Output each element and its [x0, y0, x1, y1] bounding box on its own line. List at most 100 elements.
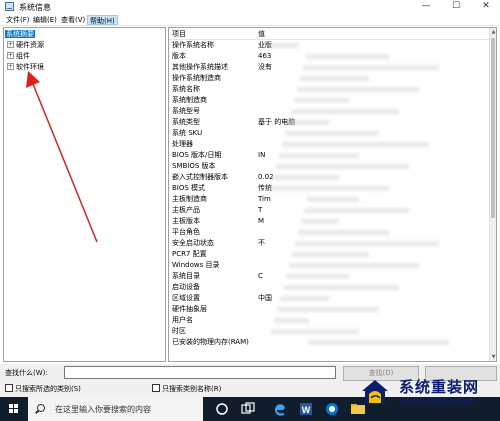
photos-icon[interactable]	[324, 401, 340, 417]
table-row[interactable]: 已安装的物理内存(RAM)	[169, 337, 491, 348]
table-row[interactable]: 硬件抽象层	[169, 304, 491, 315]
row-item: 硬件抽象层	[172, 305, 207, 313]
checkbox-icon[interactable]	[5, 384, 13, 392]
scroll-down-icon[interactable]: ▼	[490, 353, 496, 361]
table-row[interactable]: 安全启动状态不	[169, 238, 491, 249]
tree-item-hardware-resources[interactable]: + 硬件资源	[5, 40, 44, 50]
row-item: BIOS 模式	[172, 184, 206, 192]
table-row[interactable]: 版本 463	[169, 51, 491, 62]
scrollbar-thumb[interactable]	[491, 38, 495, 218]
table-row[interactable]: 用户名	[169, 315, 491, 326]
row-item: 主板产品	[172, 206, 200, 214]
search-selected-category-checkbox[interactable]: 只搜索所选的类别(S)	[5, 384, 81, 394]
table-row[interactable]: 其他操作系统描述 没有	[169, 62, 491, 73]
task-view-icon[interactable]	[240, 401, 256, 417]
expand-icon[interactable]: +	[7, 63, 14, 70]
row-item: 主板制造商	[172, 195, 207, 203]
row-item: 系统目录	[172, 272, 200, 280]
minimize-button[interactable]: —	[411, 0, 441, 14]
redaction-blur	[303, 65, 439, 70]
row-value: M	[258, 217, 265, 225]
row-item: BIOS 版本/日期	[172, 151, 222, 159]
table-row[interactable]: 系统目录 C	[169, 271, 491, 282]
system-info-app-icon	[5, 2, 14, 11]
redaction-blur	[276, 164, 409, 169]
table-row[interactable]: 时区	[169, 326, 491, 337]
maximize-button[interactable]: ☐	[441, 0, 471, 14]
menu-help[interactable]: 帮助(H)	[87, 15, 118, 25]
edge-icon[interactable]	[272, 401, 288, 417]
table-row[interactable]: 系统 SKU	[169, 128, 491, 139]
row-item: 系统型号	[172, 107, 200, 115]
expand-icon[interactable]: +	[7, 41, 14, 48]
table-row[interactable]: 系统类型 基于 的电脑	[169, 117, 491, 128]
tree-item-components[interactable]: + 组件	[5, 51, 30, 61]
find-input[interactable]	[64, 366, 336, 379]
table-row[interactable]: 启动设备	[169, 282, 491, 293]
row-item: 用户名	[172, 316, 193, 324]
vertical-scrollbar[interactable]: ▲ ▼	[489, 28, 496, 361]
menu-view[interactable]: 查看(V)	[59, 15, 87, 25]
redaction-blur	[295, 241, 439, 246]
table-row[interactable]: BIOS 模式 传统	[169, 183, 491, 194]
table-row[interactable]: 操作系统名称 业版	[169, 40, 491, 51]
word-icon[interactable]: W	[298, 401, 314, 417]
row-item: 平台角色	[172, 228, 200, 236]
redaction-blur	[289, 263, 419, 268]
redaction-blur	[286, 274, 349, 279]
table-row[interactable]: Windows 目录	[169, 260, 491, 271]
cortana-icon[interactable]	[214, 401, 230, 417]
row-item: 时区	[172, 327, 186, 335]
table-row[interactable]: 操作系统制造商	[169, 73, 491, 84]
table-row[interactable]: PCR7 配置	[169, 249, 491, 260]
table-row[interactable]: 处理器	[169, 139, 491, 150]
row-item: 处理器	[172, 140, 193, 148]
table-row[interactable]: 平台角色	[169, 227, 491, 238]
table-row[interactable]: 主板版本 M	[169, 216, 491, 227]
redaction-blur	[270, 186, 389, 191]
redaction-blur	[304, 208, 409, 213]
find-label: 查找什么(W):	[5, 369, 48, 377]
redaction-blur	[269, 43, 299, 48]
details-table: 项目 值操作系统名称 业版 版本 463 其他操作系统描述 没有 操作系统制造商 系统名称 系统制…	[168, 27, 497, 362]
menu-bar: 文件(F) 编辑(E) 查看(V) 帮助(H)	[0, 14, 500, 26]
title-bar: 系统信息 — ☐ ✕	[0, 0, 500, 14]
redaction-blur	[274, 318, 309, 323]
table-row[interactable]: 嵌入式控制器版本 0.02	[169, 172, 491, 183]
category-tree[interactable]: 系统摘要 + 硬件资源 + 组件 + 软件环境	[3, 27, 166, 362]
tree-item-system-summary[interactable]: 系统摘要	[5, 29, 35, 39]
watermark-url: www.xitcz2.com	[401, 396, 475, 405]
menu-file[interactable]: 文件(F)	[4, 15, 32, 25]
svg-text:W: W	[302, 405, 311, 415]
row-item: Windows 目录	[172, 261, 220, 269]
table-row[interactable]: BIOS 版本/日期 IN	[169, 150, 491, 161]
redaction-blur	[298, 230, 389, 235]
redaction-blur	[301, 219, 339, 224]
table-row[interactable]: 主板产品 T	[169, 205, 491, 216]
search-category-names-checkbox[interactable]: 只搜索类别名称(R)	[152, 384, 221, 394]
scroll-up-icon[interactable]: ▲	[490, 28, 496, 36]
table-row[interactable]: SMBIOS 版本	[169, 161, 491, 172]
expand-icon[interactable]: +	[7, 52, 14, 59]
table-row[interactable]: 系统型号	[169, 106, 491, 117]
row-item: 启动设备	[172, 283, 200, 291]
table-row[interactable]: 系统名称	[169, 84, 491, 95]
checkbox-icon[interactable]	[152, 384, 160, 392]
column-header-value: 值	[258, 30, 265, 38]
table-header-row[interactable]: 项目 值	[169, 29, 491, 40]
tree-item-software-environment[interactable]: + 软件环境	[5, 62, 44, 72]
table-row[interactable]: 区域设置 中国	[169, 293, 491, 304]
row-item: 版本	[172, 52, 186, 60]
redaction-blur	[280, 296, 329, 301]
table-row[interactable]: 主板制造商 Tim	[169, 194, 491, 205]
tree-item-label: 软件环境	[16, 63, 44, 71]
row-item: 操作系统名称	[172, 41, 214, 49]
taskbar-search-box[interactable]: 在这里输入你要搜索的内容	[28, 397, 203, 421]
house-logo-icon	[362, 380, 388, 404]
close-button[interactable]: ✕	[471, 0, 500, 14]
row-item: 系统 SKU	[172, 129, 203, 137]
start-button[interactable]	[0, 397, 28, 421]
redaction-blur	[306, 54, 389, 59]
menu-edit[interactable]: 编辑(E)	[31, 15, 59, 25]
table-row[interactable]: 系统制造商	[169, 95, 491, 106]
